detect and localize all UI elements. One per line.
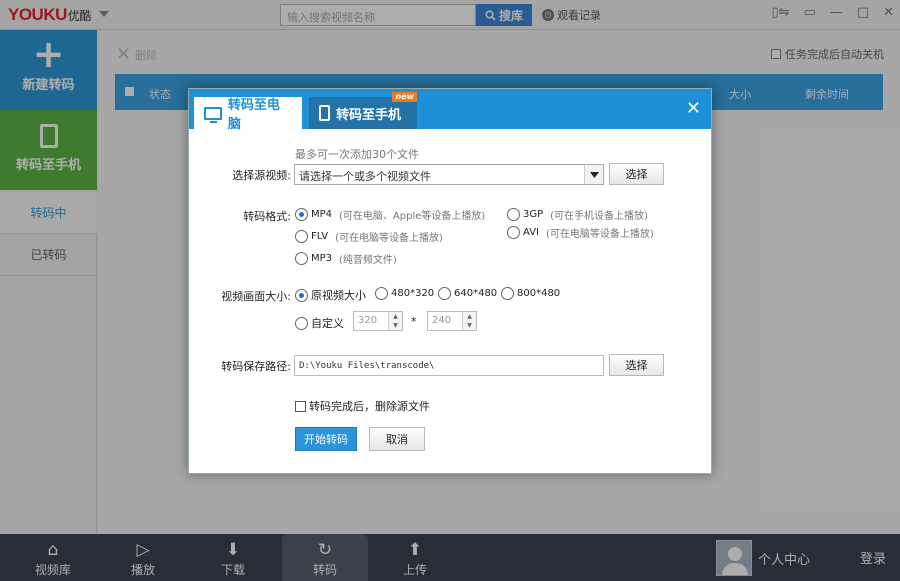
size-640x480-radio[interactable]: 640*480 (438, 287, 497, 300)
radio-button[interactable] (375, 287, 388, 300)
size-custom-label: 自定义 (311, 317, 344, 330)
radio-button[interactable] (507, 226, 520, 239)
source-video-select[interactable]: 请选择一个或多个视频文件 (294, 164, 604, 185)
format-mp3-note: (纯音频文件) (339, 255, 397, 266)
radio-button[interactable] (438, 287, 451, 300)
radio-button[interactable] (295, 288, 308, 302)
size-480x320-radio[interactable]: 480*320 (375, 287, 434, 300)
tab-transcode-to-pc[interactable]: 转码至电脑 (194, 97, 302, 132)
format-avi-label: AVI (523, 227, 539, 238)
size-original-radio[interactable]: 原视频大小 (295, 287, 366, 303)
custom-width-stepper[interactable]: 320 ▲ ▼ (353, 311, 403, 331)
format-flv-note: (可在电脑等设备上播放) (335, 233, 443, 244)
format-3gp-note: (可在手机设备上播放) (550, 211, 648, 222)
format-avi-radio[interactable]: AVI (可在电脑等设备上播放) (507, 225, 654, 240)
tab-transcode-to-pc-label: 转码至电脑 (227, 98, 280, 132)
size-custom-radio[interactable]: 自定义 (295, 315, 344, 331)
radio-button[interactable] (501, 287, 514, 300)
size-original-label: 原视频大小 (311, 289, 366, 302)
size-label: 视频画面大小: (221, 290, 291, 303)
format-3gp-radio[interactable]: 3GP (可在手机设备上播放) (507, 207, 648, 222)
size-640x480-label: 640*480 (454, 288, 498, 299)
custom-width-value: 320 (358, 315, 378, 326)
format-mp4-label: MP4 (311, 209, 333, 220)
delete-source-checkbox[interactable] (295, 400, 306, 412)
start-transcode-button[interactable]: 开始转码 (295, 427, 357, 451)
source-video-placeholder: 请选择一个或多个视频文件 (299, 170, 431, 183)
size-800x480-label: 800*480 (517, 288, 561, 299)
select-path-button[interactable]: 选择 (609, 354, 664, 376)
format-mp4-note: (可在电脑、Apple等设备上播放) (339, 211, 486, 222)
dialog-header: 转码至电脑 转码至手机 new ✕ (189, 89, 711, 132)
custom-height-value: 240 (432, 315, 452, 326)
format-mp3-radio[interactable]: MP3 (纯音频文件) (295, 251, 397, 266)
custom-height-stepper[interactable]: 240 ▲ ▼ (427, 311, 477, 331)
save-path-input[interactable]: D:\Youku Files\transcode\ (294, 355, 604, 376)
format-flv-label: FLV (311, 231, 329, 242)
format-3gp-label: 3GP (523, 209, 544, 220)
phone-icon (319, 105, 330, 121)
source-label: 选择源视频: (232, 169, 291, 182)
radio-button[interactable] (295, 230, 308, 243)
transcode-dialog: 转码至电脑 转码至手机 new ✕ 最多可一次添加30个文件 选择源视频: 请选… (188, 88, 712, 474)
size-480x320-label: 480*320 (391, 288, 435, 299)
radio-button[interactable] (295, 252, 308, 265)
path-label: 转码保存路径: (221, 360, 291, 373)
format-mp3-label: MP3 (311, 253, 333, 264)
stepper-arrows-icon[interactable]: ▲ ▼ (462, 312, 476, 330)
radio-button[interactable] (295, 316, 308, 330)
format-avi-note: (可在电脑等设备上播放) (546, 229, 654, 240)
times-symbol: * (411, 315, 417, 328)
select-source-button[interactable]: 选择 (609, 163, 664, 185)
close-dialog-icon[interactable]: ✕ (686, 98, 701, 119)
tab-transcode-to-phone-label: 转码至手机 (336, 107, 402, 123)
delete-source-option[interactable]: 转码完成后，删除源文件 (295, 398, 430, 414)
tab-transcode-to-phone[interactable]: 转码至手机 new (309, 92, 417, 129)
stepper-arrows-icon[interactable]: ▲ ▼ (388, 312, 402, 330)
format-label: 转码格式: (243, 210, 291, 223)
radio-button[interactable] (507, 208, 520, 221)
delete-source-label: 转码完成后，删除源文件 (309, 400, 430, 413)
format-mp4-radio[interactable]: MP4 (可在电脑、Apple等设备上播放) (295, 207, 485, 222)
radio-button[interactable] (295, 208, 308, 221)
cancel-button[interactable]: 取消 (369, 427, 425, 451)
source-hint: 最多可一次添加30个文件 (295, 148, 419, 161)
monitor-icon (204, 106, 222, 123)
size-800x480-radio[interactable]: 800*480 (501, 287, 560, 300)
format-flv-radio[interactable]: FLV (可在电脑等设备上播放) (295, 229, 443, 244)
dropdown-arrow-icon[interactable] (584, 165, 603, 184)
new-badge: new (392, 92, 417, 102)
